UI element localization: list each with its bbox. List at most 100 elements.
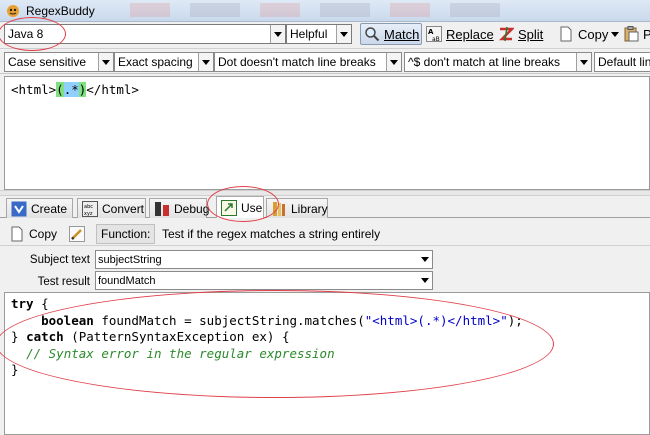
regex-dotstar: .*: [63, 82, 79, 97]
case-sensitive-select[interactable]: Case sensitive: [4, 52, 114, 72]
copy-label: Copy: [578, 26, 609, 42]
dot-line-breaks-select[interactable]: Dot doesn't match line breaks: [214, 52, 402, 72]
regexbuddy-app-icon: [6, 4, 20, 18]
convert-icon: abc xyz: [82, 200, 98, 217]
match-label: Match: [384, 26, 420, 42]
test-result-select[interactable]: foundMatch: [95, 271, 433, 290]
copy-code-label: Copy: [29, 227, 58, 241]
paste-label: P: [643, 26, 650, 42]
help-mode-select[interactable]: Helpful: [286, 24, 352, 44]
code-keyword: boolean: [41, 312, 94, 328]
chevron-down-icon[interactable]: [98, 53, 113, 71]
chevron-down-icon[interactable]: [576, 53, 591, 71]
replace-icon: AaB: [426, 26, 442, 43]
subject-text-label: Subject text: [29, 254, 90, 266]
test-result-label: Test result: [37, 276, 90, 288]
tab-label: Library: [291, 201, 328, 216]
code-text: (PatternSyntaxException ex) {: [63, 329, 290, 344]
option-label: ^$ don't match at line breaks: [408, 55, 561, 69]
function-description: Test if the regex matches a string entir…: [162, 227, 381, 241]
regex-suffix: </html>: [86, 82, 139, 97]
main-toolbar: Java 8 Helpful Match AaB Replace Split C…: [0, 22, 650, 49]
subject-text-value: subjectString: [98, 253, 162, 266]
tab-label: Use: [241, 200, 263, 215]
svg-text:xyz: xyz: [84, 211, 93, 217]
exact-spacing-select[interactable]: Exact spacing: [114, 52, 214, 72]
option-label: Case sensitive: [8, 55, 87, 69]
tab-convert[interactable]: abc xyz Convert: [77, 198, 146, 218]
flavor-value: Java 8: [8, 27, 44, 41]
tab-use[interactable]: Use: [216, 196, 264, 218]
tab-label: Create: [31, 201, 68, 216]
dropdown-caret-icon: [611, 31, 620, 37]
tab-create[interactable]: Create: [6, 198, 73, 218]
tab-library[interactable]: Library: [266, 198, 328, 218]
title-bar: RegexBuddy: [0, 0, 650, 22]
code-text: foundMatch = subjectString.matches(: [93, 312, 365, 328]
tab-label: Debug: [174, 201, 210, 216]
options-toolbar: Case sensitive Exact spacing Dot doesn't…: [0, 50, 650, 74]
blurred-title-background: [130, 3, 510, 17]
document-icon: [9, 226, 25, 242]
replace-label: Replace: [446, 26, 494, 42]
copy-menu-button[interactable]: Copy: [555, 23, 622, 45]
code-line: }: [11, 362, 643, 379]
clipboard-icon: [623, 26, 639, 42]
pencil-icon: [69, 226, 85, 242]
tab-strip: Create abc xyz Convert Debug Use Library: [0, 196, 650, 218]
chevron-down-icon[interactable]: [198, 53, 213, 71]
code-line: // Syntax error in the regular expressio…: [11, 346, 643, 363]
use-icon: [221, 199, 237, 216]
code-keyword: try: [11, 296, 34, 311]
code-string: "<html>(.*)</html>": [364, 312, 508, 328]
match-button[interactable]: Match: [360, 23, 422, 45]
anchors-line-breaks-select[interactable]: ^$ don't match at line breaks: [404, 52, 592, 72]
replace-button[interactable]: AaB Replace: [423, 23, 497, 45]
document-icon: [558, 26, 574, 42]
chevron-down-icon[interactable]: [270, 25, 285, 43]
chevron-down-icon[interactable]: [417, 251, 432, 268]
use-toolbar: Copy Function: Test if the regex matches…: [0, 222, 650, 246]
chevron-down-icon[interactable]: [417, 272, 432, 289]
magnifier-icon: [364, 26, 380, 42]
split-label: Split: [518, 26, 544, 42]
window-title: RegexBuddy: [26, 3, 95, 18]
regex-editor[interactable]: <html>(.*)</html>: [4, 76, 650, 190]
create-icon: [11, 201, 27, 217]
code-line: try {: [11, 296, 643, 313]
chevron-down-icon[interactable]: [336, 25, 351, 43]
svg-text:A: A: [428, 28, 434, 36]
debug-icon: [154, 201, 170, 217]
code-text: {: [33, 296, 49, 311]
code-comment: // Syntax error in the regular expressio…: [26, 345, 335, 361]
option-label: Dot doesn't match line breaks: [218, 55, 376, 69]
chevron-down-icon[interactable]: [386, 53, 401, 71]
svg-text:aB: aB: [432, 36, 440, 42]
regex-prefix: <html>: [11, 82, 57, 97]
generated-code[interactable]: try { boolean foundMatch = subjectString…: [4, 292, 650, 435]
copy-code-button[interactable]: Copy: [6, 223, 60, 245]
split-button[interactable]: Split: [495, 23, 546, 45]
flavor-select[interactable]: Java 8: [4, 24, 286, 44]
edit-function-button[interactable]: [66, 223, 92, 245]
code-keyword: catch: [26, 329, 64, 344]
regex-group-open: (: [56, 82, 64, 97]
paste-button[interactable]: P: [620, 23, 650, 45]
function-label: Function:: [96, 224, 156, 244]
option-label: Default lin: [598, 55, 650, 69]
tab-label: Convert: [102, 201, 145, 216]
split-icon: [498, 26, 516, 42]
code-text: );: [507, 312, 523, 328]
library-icon: [271, 201, 287, 217]
option-label: Exact spacing: [118, 55, 193, 69]
code-line: boolean foundMatch = subjectString.match…: [11, 313, 643, 330]
code-text: }: [11, 362, 19, 377]
subject-text-select[interactable]: subjectString: [95, 250, 433, 269]
test-result-value: foundMatch: [98, 274, 156, 287]
help-mode-value: Helpful: [290, 27, 328, 41]
line-break-mode-select[interactable]: Default lin: [594, 52, 650, 72]
tab-debug[interactable]: Debug: [149, 198, 210, 218]
svg-text:abc: abc: [84, 204, 93, 210]
